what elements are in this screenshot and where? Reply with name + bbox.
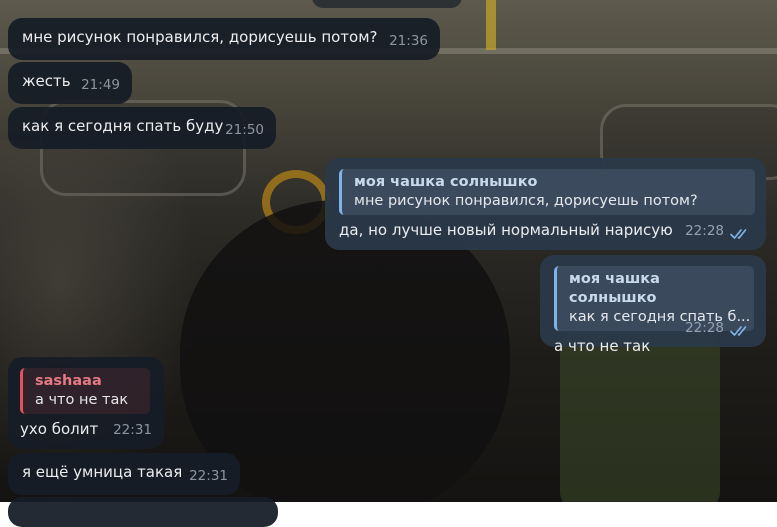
date-pill <box>312 0 462 8</box>
reply-quote-text: а что не так <box>35 392 129 408</box>
message-text: мне рисунок понравился, дорисуешь потом? <box>22 28 378 46</box>
reply-quote[interactable]: моя чашка солнышко как я сегодня спать б… <box>554 266 754 331</box>
wallpaper-pole <box>486 0 496 50</box>
double-check-icon <box>730 326 747 336</box>
reply-quote-author: sashaaa <box>35 373 102 389</box>
message-time: 22:28 <box>685 223 724 239</box>
message-time: 21:36 <box>389 33 428 49</box>
message-time: 21:49 <box>81 77 120 93</box>
message-bubble-incoming[interactable]: жесть 21:49 <box>8 62 132 104</box>
message-bubble-incoming[interactable]: мне рисунок понравился, дорисуешь потом?… <box>8 18 440 60</box>
message-bubble-incoming[interactable]: sashaaa а что не так ухо болит 22:31 <box>8 357 164 449</box>
message-bubble-outgoing[interactable]: моя чашка солнышко как я сегодня спать б… <box>540 255 766 355</box>
reply-quote[interactable]: моя чашка солнышко мне рисунок понравилс… <box>339 169 755 215</box>
reply-quote-author: моя чашка солнышко <box>354 174 538 190</box>
message-time: 22:31 <box>189 468 228 484</box>
message-time: 22:31 <box>113 422 152 438</box>
reply-quote-author: моя чашка солнышко <box>569 271 660 306</box>
message-bubble-incoming[interactable]: я ещё умница такая 22:31 <box>8 453 240 495</box>
double-check-icon <box>730 229 747 239</box>
message-time: 22:28 <box>685 320 724 336</box>
message-text: а что не так <box>554 337 651 355</box>
reply-quote-text: мне рисунок понравился, дорисуешь потом? <box>354 193 698 209</box>
reply-quote[interactable]: sashaaa а что не так <box>20 368 150 414</box>
message-time: 21:50 <box>225 122 264 138</box>
message-bubble-incoming[interactable]: как я сегодня спать буду 21:50 <box>8 107 276 149</box>
message-bubble-outgoing[interactable]: моя чашка солнышко мне рисунок понравилс… <box>325 158 766 250</box>
